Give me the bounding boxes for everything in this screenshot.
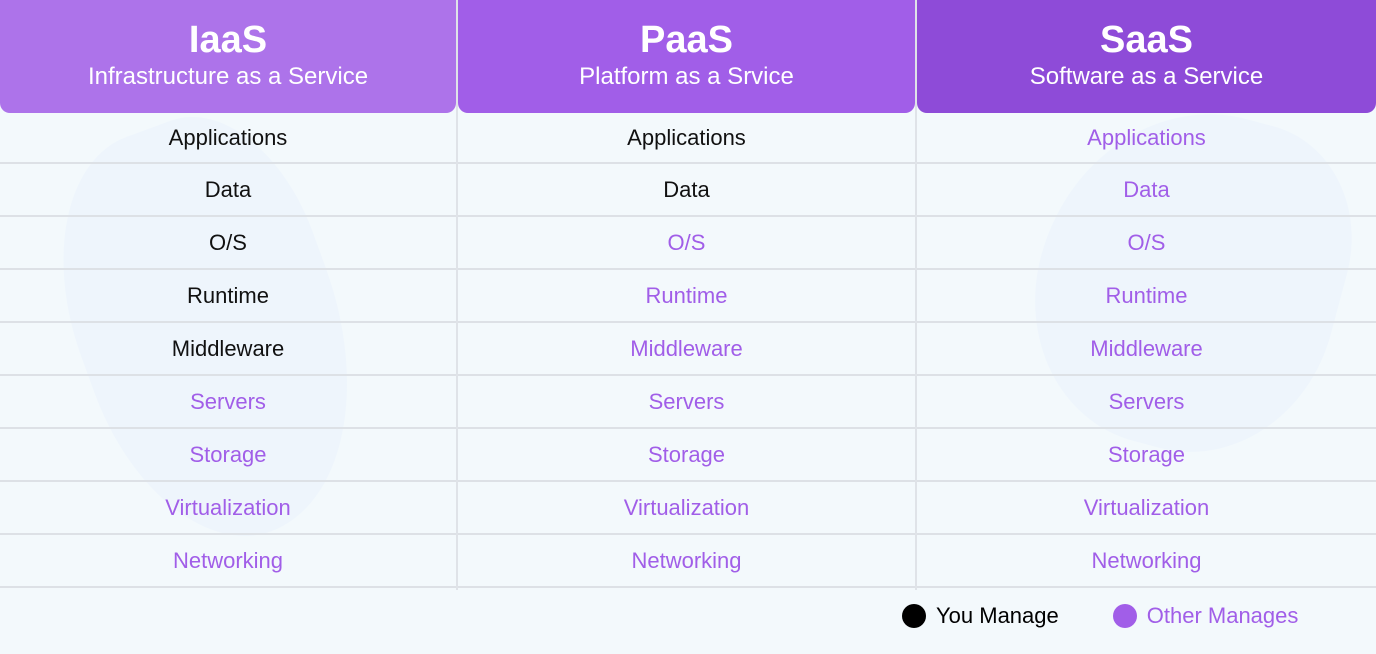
- column-header: PaaS Platform as a Srvice: [458, 0, 915, 113]
- layer-list: Applications Data O/S Runtime Middleware Serv…: [458, 113, 915, 588]
- layer-list: Applications Data O/S Runtime Middleware Serv…: [0, 113, 456, 588]
- legend-item-other-manages: Other Manages: [1112, 603, 1299, 629]
- layer-row: Virtualization: [917, 482, 1376, 535]
- column-title: SaaS: [1100, 19, 1193, 61]
- layer-row: Storage: [917, 429, 1376, 482]
- layer-row: Virtualization: [0, 482, 456, 535]
- layer-row: Data: [0, 164, 456, 217]
- legend-item-you-manage: You Manage: [902, 603, 1059, 629]
- layer-row: Storage: [0, 429, 456, 482]
- legend-label: You Manage: [936, 603, 1059, 628]
- column-subtitle: Platform as a Srvice: [579, 63, 794, 90]
- layer-row: Applications: [458, 113, 915, 164]
- column-title: PaaS: [640, 19, 733, 61]
- layer-row: Data: [458, 164, 915, 217]
- layer-row: Applications: [917, 113, 1376, 164]
- column-header: IaaS Infrastructure as a Service: [0, 0, 456, 113]
- layer-row: Middleware: [0, 323, 456, 376]
- layer-row: Servers: [917, 376, 1376, 429]
- column-paas: PaaS Platform as a Srvice Applications Da…: [458, 0, 917, 590]
- legend-label: Other Manages: [1146, 603, 1299, 628]
- layer-row: Runtime: [458, 270, 915, 323]
- layer-row: Data: [917, 164, 1376, 217]
- layer-row: Servers: [0, 376, 456, 429]
- layer-row: Servers: [458, 376, 915, 429]
- layer-list: Applications Data O/S Runtime Middleware Serv…: [917, 113, 1376, 588]
- service-model-comparison: IaaS Infrastructure as a Service Applica…: [0, 0, 1376, 590]
- column-iaas: IaaS Infrastructure as a Service Applica…: [0, 0, 458, 590]
- layer-row: Networking: [458, 535, 915, 588]
- layer-row: O/S: [458, 217, 915, 270]
- layer-row: Runtime: [917, 270, 1376, 323]
- column-saas: SaaS Software as a Service Applications D…: [917, 0, 1376, 590]
- layer-row: O/S: [0, 217, 456, 270]
- layer-row: Applications: [0, 113, 456, 164]
- layer-row: Storage: [458, 429, 915, 482]
- layer-row: O/S: [917, 217, 1376, 270]
- layer-row: Runtime: [0, 270, 456, 323]
- layer-row: Networking: [0, 535, 456, 588]
- legend: You Manage Other Manages: [902, 603, 1352, 629]
- column-subtitle: Software as a Service: [1029, 63, 1264, 90]
- layer-row: Networking: [917, 535, 1376, 588]
- column-subtitle: Infrastructure as a Service: [87, 63, 369, 90]
- layer-row: Virtualization: [458, 482, 915, 535]
- black-dot-icon: [902, 604, 926, 628]
- column-header: SaaS Software as a Service: [917, 0, 1376, 113]
- purple-dot-icon: [1112, 604, 1137, 628]
- column-title: IaaS: [188, 19, 268, 61]
- layer-row: Middleware: [917, 323, 1376, 376]
- layer-row: Middleware: [458, 323, 915, 376]
